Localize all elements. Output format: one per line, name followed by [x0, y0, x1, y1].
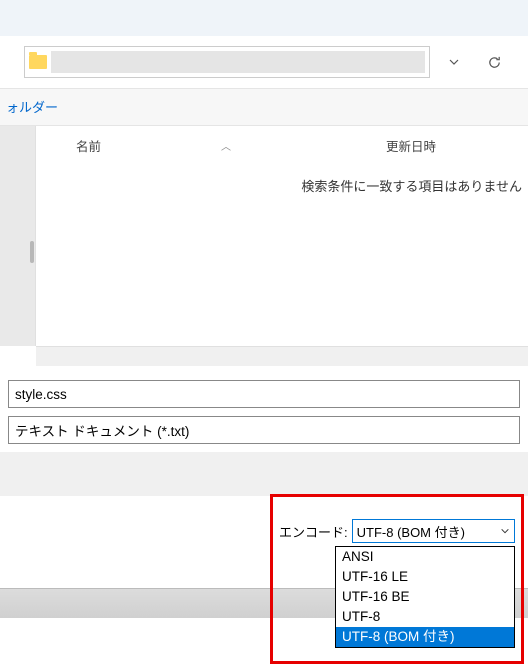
- encoding-option[interactable]: ANSI: [336, 547, 514, 567]
- encoding-option[interactable]: UTF-16 LE: [336, 567, 514, 587]
- history-dropdown-button[interactable]: [438, 46, 470, 78]
- sidebar[interactable]: [0, 126, 36, 346]
- column-name[interactable]: 名前: [76, 136, 101, 155]
- encoding-option[interactable]: UTF-8 (BOM 付き): [336, 627, 514, 647]
- refresh-button[interactable]: [478, 46, 510, 78]
- dialog-footer: [0, 452, 528, 496]
- empty-message: 検索条件に一致する項目はありません: [301, 176, 522, 195]
- encoding-option[interactable]: UTF-16 BE: [336, 587, 514, 607]
- file-list[interactable]: 名前 ︿ 更新日時 検索条件に一致する項目はありません: [36, 126, 528, 346]
- encoding-dropdown[interactable]: ANSIUTF-16 LEUTF-16 BEUTF-8UTF-8 (BOM 付き…: [335, 546, 515, 648]
- address-bar-row: [0, 36, 528, 88]
- column-headers[interactable]: 名前 ︿ 更新日時: [36, 126, 528, 161]
- encoding-highlight: エンコード: UTF-8 (BOM 付き) ANSIUTF-16 LEUTF-1…: [270, 494, 524, 664]
- address-bar[interactable]: [24, 46, 430, 78]
- chevron-down-icon: [500, 526, 510, 536]
- encoding-label: エンコード:: [279, 522, 348, 541]
- encoding-option[interactable]: UTF-8: [336, 607, 514, 627]
- column-date[interactable]: 更新日時: [386, 136, 516, 155]
- encoding-combobox[interactable]: UTF-8 (BOM 付き): [352, 519, 515, 543]
- folder-icon: [29, 55, 47, 69]
- new-folder-link[interactable]: ォルダー: [6, 100, 58, 115]
- filename-input[interactable]: [8, 380, 520, 408]
- filetype-input[interactable]: [8, 416, 520, 444]
- path-redacted: [51, 51, 425, 73]
- horizontal-scrollbar[interactable]: [36, 346, 528, 366]
- encoding-selected: UTF-8 (BOM 付き): [357, 522, 465, 541]
- titlebar: [0, 0, 528, 36]
- sort-indicator-icon: ︿: [221, 138, 231, 153]
- toolbar: ォルダー: [0, 88, 528, 126]
